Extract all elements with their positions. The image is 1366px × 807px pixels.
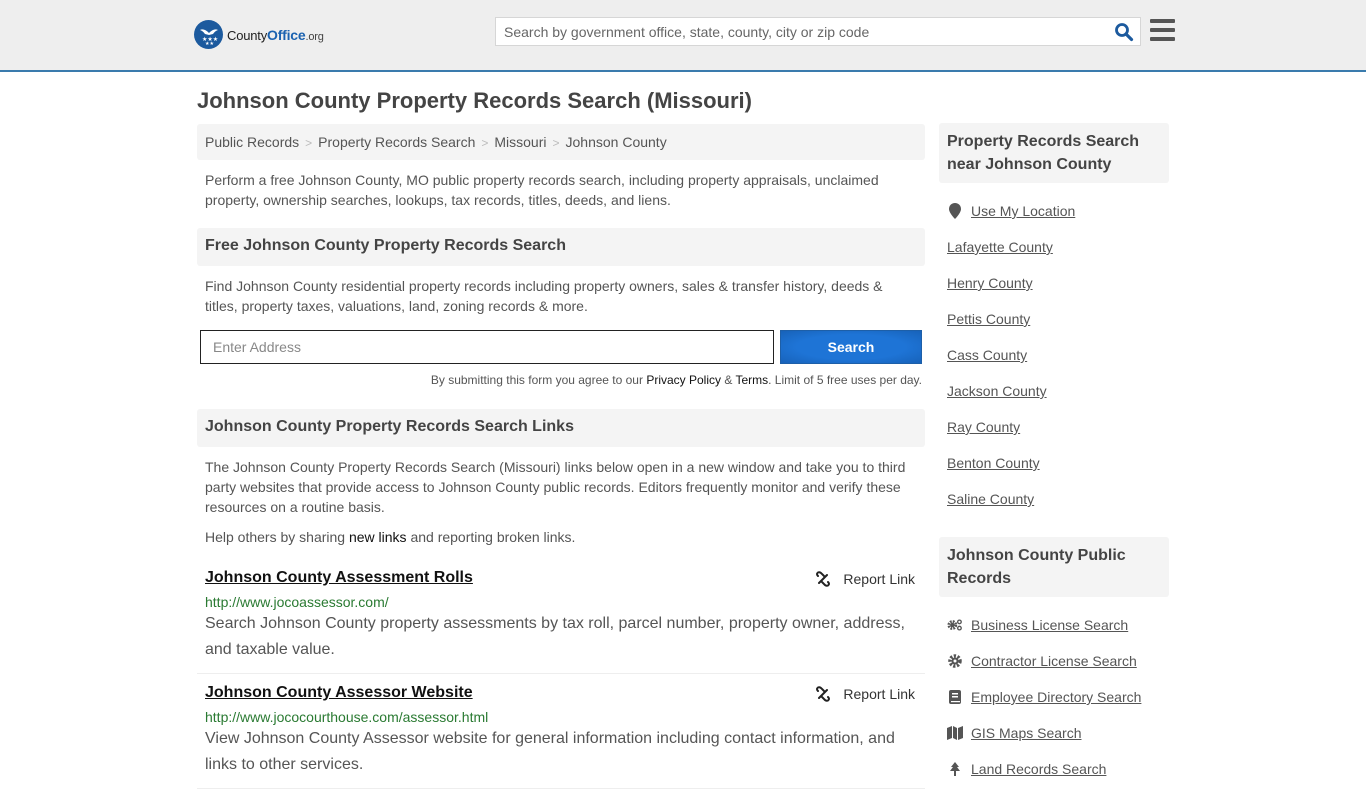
public-records-list: Business License Search Contractor Licen… — [939, 597, 1169, 807]
form-disclaimer: By submitting this form you agree to our… — [430, 373, 922, 387]
breadcrumb-separator: > — [481, 136, 489, 150]
free-search-text: Find Johnson County residential property… — [205, 278, 883, 314]
book-icon — [947, 689, 963, 705]
public-record-item: GIS Maps Search — [939, 715, 1169, 751]
public-record-item: Business License Search — [939, 607, 1169, 643]
public-record-link[interactable]: GIS Maps Search — [971, 725, 1082, 741]
public-record-item: Contractor License Search — [939, 643, 1169, 679]
privacy-policy-link[interactable]: Privacy Policy — [646, 373, 721, 387]
public-record-link[interactable]: Land Records Search — [971, 761, 1106, 777]
map-icon — [947, 725, 963, 741]
nearby-county-list: Use My Location Lafayette County Henry C… — [939, 183, 1169, 537]
resource-link-title[interactable]: Johnson County Assessor Website — [205, 684, 473, 701]
nearby-county-link[interactable]: Benton County — [947, 455, 1040, 471]
public-record-link[interactable]: Contractor License Search — [971, 653, 1137, 669]
report-link-button[interactable]: Report Link — [815, 686, 915, 702]
nearby-county-link[interactable]: Ray County — [947, 419, 1020, 435]
address-search-form: Search — [197, 330, 925, 364]
hamburger-menu-icon[interactable] — [1150, 19, 1175, 41]
logo-text: CountyOffice.org — [227, 26, 324, 43]
terms-link[interactable]: Terms — [735, 373, 768, 387]
cogs-icon — [947, 617, 963, 633]
breadcrumb-property-records[interactable]: Property Records Search — [318, 134, 475, 150]
resource-link-item: Johnson County Assessor Website Report L… — [197, 674, 925, 789]
nearby-county-link[interactable]: Lafayette County — [947, 239, 1053, 255]
use-location-item: Use My Location — [939, 193, 1169, 229]
map-marker-icon — [947, 203, 963, 219]
resource-link-url[interactable]: http://www.jocoassessor.com/ — [205, 594, 917, 610]
intro-text: Perform a free Johnson County, MO public… — [205, 172, 879, 208]
nearby-county-link[interactable]: Pettis County — [947, 311, 1030, 327]
nearby-county-item: Pettis County — [939, 301, 1169, 337]
sidebar: Property Records Search near Johnson Cou… — [939, 123, 1169, 807]
address-input[interactable] — [200, 330, 774, 364]
links-section-text: The Johnson County Property Records Sear… — [205, 459, 906, 515]
links-section-heading: Johnson County Property Records Search L… — [197, 409, 925, 447]
resource-link-description: Search Johnson County property assessmen… — [205, 615, 905, 658]
nearby-county-link[interactable]: Saline County — [947, 491, 1034, 507]
help-text: Help others by sharing new links and rep… — [205, 529, 576, 545]
nearby-county-item: Saline County — [939, 481, 1169, 517]
eagle-logo-icon: ★★★ ★★ — [194, 20, 223, 49]
nearby-county-item: Henry County — [939, 265, 1169, 301]
use-my-location-link[interactable]: Use My Location — [971, 203, 1075, 219]
site-header: ★★★ ★★ CountyOffice.org — [0, 0, 1366, 72]
public-record-link[interactable]: Business License Search — [971, 617, 1128, 633]
site-search-box — [495, 17, 1141, 46]
site-search-input[interactable] — [496, 18, 1096, 45]
breadcrumb-public-records[interactable]: Public Records — [205, 134, 299, 150]
free-search-heading: Free Johnson County Property Records Sea… — [197, 228, 925, 266]
public-record-link[interactable]: Employee Directory Search — [971, 689, 1141, 705]
breadcrumb: Public Records > Property Records Search > M… — [197, 124, 925, 160]
nearby-county-link[interactable]: Henry County — [947, 275, 1033, 291]
public-record-item: Employee Directory Search — [939, 679, 1169, 715]
gear-icon — [947, 653, 963, 669]
resource-link-item: Johnson County Assessment Rolls Report L… — [197, 559, 925, 674]
broken-link-icon — [816, 686, 831, 702]
resource-link-description: View Johnson County Assessor website for… — [205, 730, 895, 773]
report-link-button[interactable]: Report Link — [815, 571, 915, 587]
resource-link-url[interactable]: http://www.jococourthouse.com/assessor.h… — [205, 709, 917, 725]
nearby-heading: Property Records Search near Johnson Cou… — [939, 123, 1169, 183]
broken-link-icon — [816, 571, 831, 587]
logo[interactable]: ★★★ ★★ CountyOffice.org — [194, 20, 324, 49]
address-search-button[interactable]: Search — [780, 330, 922, 364]
new-links-link[interactable]: new links — [349, 529, 407, 545]
nearby-county-item: Jackson County — [939, 373, 1169, 409]
nearby-county-item: Lafayette County — [939, 229, 1169, 265]
nearby-county-link[interactable]: Jackson County — [947, 383, 1047, 399]
breadcrumb-separator: > — [305, 136, 313, 150]
breadcrumb-separator: > — [552, 136, 560, 150]
main-content: Public Records > Property Records Search > M… — [197, 124, 925, 789]
page-title: Johnson County Property Records Search (… — [197, 88, 752, 113]
breadcrumb-county[interactable]: Johnson County — [566, 134, 667, 150]
nearby-county-item: Benton County — [939, 445, 1169, 481]
nearby-county-item: Ray County — [939, 409, 1169, 445]
public-records-heading: Johnson County Public Records — [939, 537, 1169, 597]
breadcrumb-state[interactable]: Missouri — [494, 134, 546, 150]
resource-link-title[interactable]: Johnson County Assessment Rolls — [205, 569, 473, 586]
svg-text:★★: ★★ — [205, 41, 214, 46]
tree-icon — [947, 761, 963, 777]
public-record-item: Land Records Search — [939, 751, 1169, 787]
nearby-county-item: Cass County — [939, 337, 1169, 373]
search-icon[interactable] — [1114, 22, 1134, 42]
nearby-county-link[interactable]: Cass County — [947, 347, 1027, 363]
